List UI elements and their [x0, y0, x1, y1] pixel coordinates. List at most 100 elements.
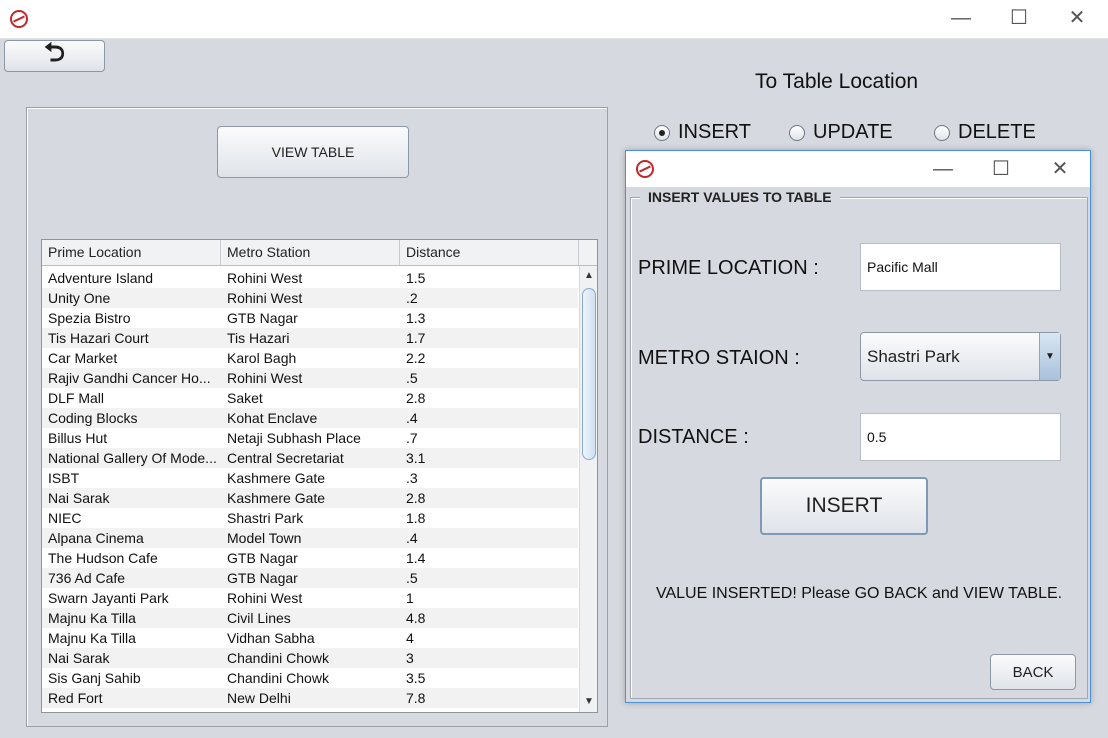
close-button[interactable]: ✕ — [1062, 8, 1092, 28]
cell-metro-station: Rohini West — [227, 290, 303, 306]
cell-distance: 1.7 — [406, 330, 426, 346]
scroll-down-icon[interactable]: ▼ — [584, 696, 594, 707]
table-row[interactable]: Sis Ganj Sahib Chandini Chowk 3.5 — [42, 668, 578, 688]
scroll-thumb[interactable] — [582, 288, 596, 460]
insert-radio[interactable] — [654, 125, 670, 141]
cell-prime-location: The Hudson Cafe — [48, 550, 158, 566]
table-row[interactable]: Spezia Bistro GTB Nagar 1.3 — [42, 308, 578, 328]
table-row[interactable]: Majnu Ka Tilla Civil Lines 4.8 — [42, 608, 578, 628]
cell-metro-station: GTB Nagar — [227, 310, 298, 326]
table-row[interactable]: Unity One Rohini West .2 — [42, 288, 578, 308]
table-scrollbar[interactable]: ▲ ▼ — [579, 266, 597, 712]
window-title-bar: — ☐ ✕ — [0, 0, 1108, 39]
cell-distance: .5 — [406, 370, 418, 386]
cell-prime-location: Unity One — [48, 290, 111, 306]
insert-dialog: — ☐ ✕ INSERT VALUES TO TABLE PRIME LOCAT… — [625, 150, 1091, 703]
cell-prime-location: Coding Blocks — [48, 410, 138, 426]
view-table-button[interactable]: VIEW TABLE — [217, 126, 409, 178]
dialog-maximize-button[interactable]: ☐ — [986, 159, 1016, 179]
metro-station-value: Shastri Park — [867, 346, 960, 366]
table-row[interactable]: Majnu Ka Tilla Vidhan Sabha 4 — [42, 628, 578, 648]
dialog-close-button[interactable]: ✕ — [1045, 159, 1075, 179]
cell-prime-location: ISBT — [48, 470, 80, 486]
update-radio[interactable] — [789, 125, 805, 141]
cell-distance: .4 — [406, 530, 418, 546]
cell-prime-location: NIEC — [48, 510, 82, 526]
cell-metro-station: Rohini West — [227, 270, 303, 286]
prime-location-input[interactable]: Pacific Mall — [860, 243, 1061, 291]
cell-metro-station: GTB Nagar — [227, 550, 298, 566]
location-table: Prime Location Metro Station Distance Ad… — [41, 239, 598, 713]
dialog-title-bar: — ☐ ✕ — [626, 151, 1090, 187]
page-title: To Table Location — [755, 70, 919, 93]
column-header-prime-location[interactable]: Prime Location — [42, 240, 221, 265]
insert-button[interactable]: INSERT — [760, 477, 928, 535]
table-row[interactable]: Alpana Cinema Model Town .4 — [42, 528, 578, 548]
table-row[interactable]: Tis Hazari Court Tis Hazari 1.7 — [42, 328, 578, 348]
cell-metro-station: Shastri Park — [227, 510, 304, 526]
minimize-button[interactable]: — — [946, 8, 976, 28]
back-arrow-button[interactable]: ⮌ — [4, 37, 105, 72]
cell-prime-location: Nai Sarak — [48, 650, 110, 666]
table-row[interactable]: Nai Sarak Chandini Chowk 3 — [42, 648, 578, 668]
cell-distance: 1.8 — [406, 510, 426, 526]
distance-label: DISTANCE : — [638, 426, 749, 448]
cell-prime-location: National Gallery Of Mode... — [48, 450, 217, 466]
cell-prime-location: Rajiv Gandhi Cancer Ho... — [48, 370, 211, 386]
cell-metro-station: New Delhi — [227, 690, 291, 706]
table-row[interactable]: Adventure Island Rohini West 1.5 — [42, 268, 578, 288]
table-row[interactable]: Swarn Jayanti Park Rohini West 1 — [42, 588, 578, 608]
cell-distance: 3 — [406, 650, 414, 666]
cell-distance: .7 — [406, 430, 418, 446]
cell-metro-station: Kashmere Gate — [227, 490, 326, 506]
cell-prime-location: Nai Sarak — [48, 490, 110, 506]
scroll-up-icon[interactable]: ▲ — [584, 270, 594, 281]
table-row[interactable]: 736 Ad Cafe GTB Nagar .5 — [42, 568, 578, 588]
app-logo-icon — [10, 10, 28, 28]
table-row[interactable]: Car Market Karol Bagh 2.2 — [42, 348, 578, 368]
distance-input[interactable]: 0.5 — [860, 413, 1061, 461]
dialog-minimize-button[interactable]: — — [928, 159, 958, 179]
cell-metro-station: Karol Bagh — [227, 350, 297, 366]
cell-metro-station: Model Town — [227, 530, 302, 546]
table-row[interactable]: Billus Hut Netaji Subhash Place .7 — [42, 428, 578, 448]
table-row[interactable]: Red Fort New Delhi 7.8 — [42, 688, 578, 708]
cell-metro-station: Civil Lines — [227, 610, 291, 626]
table-row[interactable]: Rajiv Gandhi Cancer Ho... Rohini West .5 — [42, 368, 578, 388]
table-row[interactable]: DLF Mall Saket 2.8 — [42, 388, 578, 408]
table-row[interactable]: Nai Sarak Kashmere Gate 2.8 — [42, 488, 578, 508]
cell-distance: 4.8 — [406, 610, 426, 626]
cell-distance: 7.8 — [406, 690, 426, 706]
metro-station-select[interactable]: Shastri Park ▼ — [860, 332, 1061, 381]
cell-metro-station: Kashmere Gate — [227, 470, 326, 486]
table-row[interactable]: NIEC Shastri Park 1.8 — [42, 508, 578, 528]
cell-metro-station: Vidhan Sabha — [227, 630, 315, 646]
table-row[interactable]: ISBT Kashmere Gate .3 — [42, 468, 578, 488]
insert-radio-label[interactable]: INSERT — [678, 121, 751, 144]
prime-location-label: PRIME LOCATION : — [638, 257, 819, 279]
cell-metro-station: Chandini Chowk — [227, 650, 329, 666]
cell-prime-location: Spezia Bistro — [48, 310, 131, 326]
metro-station-label: METRO STAION : — [638, 347, 800, 369]
cell-distance: 1.3 — [406, 310, 426, 326]
cell-distance: .3 — [406, 470, 418, 486]
cell-distance: 2.8 — [406, 390, 426, 406]
cell-metro-station: Tis Hazari — [227, 330, 290, 346]
delete-radio-label[interactable]: DELETE — [958, 121, 1036, 144]
delete-radio[interactable] — [934, 125, 950, 141]
back-button[interactable]: BACK — [990, 654, 1076, 690]
table-row[interactable]: National Gallery Of Mode... Central Secre… — [42, 448, 578, 468]
cell-prime-location: Majnu Ka Tilla — [48, 630, 136, 646]
column-header-metro-station[interactable]: Metro Station — [221, 240, 400, 265]
table-row[interactable]: The Hudson Cafe GTB Nagar 1.4 — [42, 548, 578, 568]
group-title: INSERT VALUES TO TABLE — [640, 189, 840, 205]
cell-distance: 3.5 — [406, 670, 426, 686]
chevron-down-icon[interactable]: ▼ — [1039, 333, 1060, 380]
undo-arrow-icon: ⮌ — [44, 37, 65, 67]
cell-prime-location: Car Market — [48, 350, 118, 366]
column-header-distance[interactable]: Distance — [400, 240, 579, 265]
cell-distance: .2 — [406, 290, 418, 306]
maximize-button[interactable]: ☐ — [1004, 8, 1034, 28]
update-radio-label[interactable]: UPDATE — [813, 121, 893, 144]
table-row[interactable]: Coding Blocks Kohat Enclave .4 — [42, 408, 578, 428]
